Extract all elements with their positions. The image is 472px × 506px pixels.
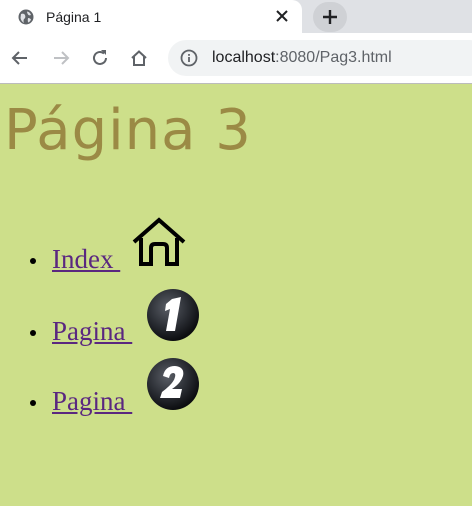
- browser-chrome: Página 1 localhost:8080/Pag3.html: [0, 0, 472, 84]
- bullet: [30, 330, 36, 336]
- address-bar[interactable]: localhost:8080/Pag3.html: [168, 40, 472, 76]
- url-host: localhost: [212, 49, 276, 66]
- globe-icon: [18, 9, 34, 25]
- tab-pagina-1[interactable]: Página 1: [0, 0, 302, 33]
- plus-icon: [323, 10, 337, 24]
- link-pagina-1[interactable]: Pagina: [52, 316, 132, 347]
- number-one-icon[interactable]: [145, 287, 201, 343]
- new-tab-button[interactable]: [313, 2, 347, 32]
- home-button[interactable]: [121, 40, 157, 76]
- tab-title: Página 1: [46, 8, 102, 25]
- close-tab-icon[interactable]: [274, 8, 290, 24]
- back-button[interactable]: [2, 40, 38, 76]
- forward-button[interactable]: [43, 40, 79, 76]
- url-path: :8080/Pag3.html: [275, 49, 392, 66]
- reload-icon: [93, 50, 107, 65]
- page-title: Página 3: [4, 98, 252, 163]
- home-outline-icon: [131, 50, 147, 66]
- number-two-icon[interactable]: [145, 356, 201, 412]
- link-pagina-2[interactable]: Pagina: [52, 386, 132, 417]
- reload-button[interactable]: [82, 40, 118, 76]
- info-icon[interactable]: [180, 49, 198, 67]
- bullet: [30, 258, 36, 264]
- arrow-left-icon: [11, 51, 27, 65]
- arrow-right-icon: [54, 51, 70, 65]
- browser-toolbar: localhost:8080/Pag3.html: [0, 33, 472, 84]
- tab-strip: Página 1: [0, 0, 472, 33]
- link-index[interactable]: Index: [52, 244, 120, 275]
- home-icon[interactable]: [130, 216, 188, 268]
- bullet: [30, 400, 36, 406]
- url-text: localhost:8080/Pag3.html: [212, 49, 392, 67]
